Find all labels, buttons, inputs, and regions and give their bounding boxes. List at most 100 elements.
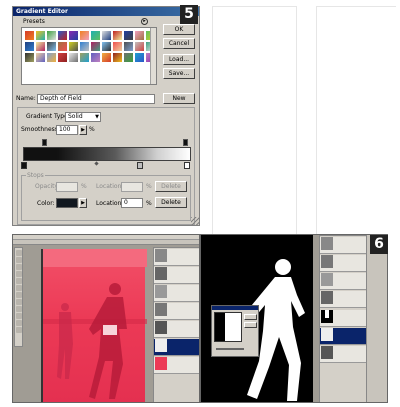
layer-row[interactable] <box>154 357 199 374</box>
layer-row[interactable] <box>320 310 366 327</box>
canvas-image[interactable] <box>41 249 147 402</box>
layer-thumbnail <box>155 339 167 352</box>
preset-swatch[interactable] <box>68 41 79 52</box>
color-arrow-button[interactable]: ▶ <box>79 198 87 208</box>
color-stop-right[interactable] <box>184 162 190 169</box>
preset-swatch[interactable] <box>24 52 35 63</box>
tool-icon[interactable] <box>15 271 22 277</box>
opacity-delete-button[interactable]: Delete <box>155 181 187 192</box>
preset-swatch[interactable] <box>35 30 46 41</box>
preset-swatch[interactable] <box>101 30 112 41</box>
preset-swatch[interactable] <box>112 30 123 41</box>
preset-swatch[interactable] <box>57 41 68 52</box>
preset-swatch[interactable] <box>79 30 90 41</box>
smoothness-arrow-button[interactable]: ▶ <box>79 125 87 135</box>
layer-thumbnail <box>155 357 167 370</box>
preset-swatch[interactable] <box>24 41 35 52</box>
opacity-stop-right[interactable] <box>183 139 188 146</box>
preset-swatch[interactable] <box>46 52 57 63</box>
preset-swatch[interactable] <box>24 30 35 41</box>
tool-icon[interactable] <box>15 264 22 270</box>
preset-swatch[interactable] <box>134 41 145 52</box>
new-button[interactable]: New <box>163 93 195 104</box>
layer-row[interactable] <box>154 303 199 320</box>
color-swatch[interactable] <box>56 198 78 208</box>
color-location-input[interactable]: 0 <box>121 198 143 208</box>
gradient-type-select[interactable]: Solid ▼ <box>65 112 101 122</box>
opacity-input[interactable] <box>56 182 78 192</box>
layer-row[interactable] <box>320 273 366 290</box>
opacity-stop-left[interactable] <box>42 139 47 146</box>
preset-swatch[interactable] <box>46 41 57 52</box>
layer-row[interactable] <box>320 237 366 254</box>
tool-icon[interactable] <box>15 250 22 256</box>
tool-icon[interactable] <box>15 285 22 291</box>
layer-row[interactable] <box>320 346 366 363</box>
layer-row[interactable] <box>154 285 199 302</box>
cancel-button[interactable]: Cancel <box>163 38 195 49</box>
layer-row-selected[interactable] <box>320 328 366 345</box>
preset-swatches <box>24 30 156 63</box>
tool-icon[interactable] <box>15 299 22 305</box>
smoothness-input[interactable]: 100 <box>56 125 78 135</box>
runner-photo-graphic <box>43 249 147 399</box>
page-divider <box>316 6 396 7</box>
color-stop-middle[interactable] <box>137 162 143 169</box>
layer-row-selected[interactable] <box>154 339 199 356</box>
preset-swatch[interactable] <box>112 41 123 52</box>
preset-swatch[interactable] <box>68 52 79 63</box>
opacity-location-input[interactable] <box>121 182 143 192</box>
resize-grip-icon[interactable] <box>191 217 199 225</box>
dialog-button[interactable] <box>244 314 257 320</box>
presets-grid[interactable] <box>21 27 157 85</box>
preset-swatch[interactable] <box>123 41 134 52</box>
ok-button[interactable]: OK <box>163 24 195 35</box>
layer-row[interactable] <box>320 255 366 272</box>
preset-swatch[interactable] <box>68 30 79 41</box>
preset-swatch[interactable] <box>123 30 134 41</box>
color-delete-button[interactable]: Delete <box>155 197 187 208</box>
tool-icon[interactable] <box>15 327 22 333</box>
tool-icon[interactable] <box>15 306 22 312</box>
photoshop-window-left <box>12 234 200 403</box>
preset-swatch[interactable] <box>134 30 145 41</box>
preset-swatch[interactable] <box>101 52 112 63</box>
tool-icon[interactable] <box>15 313 22 319</box>
layer-row[interactable] <box>320 291 366 308</box>
preset-swatch[interactable] <box>57 52 68 63</box>
preset-swatch[interactable] <box>90 41 101 52</box>
preset-swatch[interactable] <box>79 41 90 52</box>
presets-scrollbar[interactable] <box>150 28 156 84</box>
layer-row[interactable] <box>154 267 199 284</box>
preset-swatch[interactable] <box>35 52 46 63</box>
dialog-button[interactable] <box>244 322 257 328</box>
presets-menu-icon[interactable]: ▸ <box>141 18 148 25</box>
preset-swatch[interactable] <box>79 52 90 63</box>
preset-swatch[interactable] <box>101 41 112 52</box>
preset-swatch[interactable] <box>134 52 145 63</box>
name-input[interactable]: Depth of Field <box>37 94 155 104</box>
preset-swatch[interactable] <box>90 52 101 63</box>
smoothness-label: Smoothness: <box>21 126 60 133</box>
layers-palette <box>153 247 199 402</box>
layer-row[interactable] <box>154 321 199 338</box>
gradient-bar[interactable] <box>23 147 191 161</box>
preset-swatch[interactable] <box>46 30 57 41</box>
tool-icon[interactable] <box>15 257 22 263</box>
preset-swatch[interactable] <box>57 30 68 41</box>
smoothness-percent: % <box>89 126 95 133</box>
load-button[interactable]: Load... <box>163 54 195 65</box>
tool-icon[interactable] <box>15 320 22 326</box>
preset-swatch[interactable] <box>90 30 101 41</box>
preset-swatch[interactable] <box>123 52 134 63</box>
smoothness-value: 100 <box>59 126 71 133</box>
page-divider <box>212 6 213 234</box>
save-button[interactable]: Save... <box>163 68 195 79</box>
dialog-slider[interactable] <box>216 348 244 350</box>
preset-swatch[interactable] <box>112 52 123 63</box>
layer-row[interactable] <box>154 249 199 266</box>
tool-icon[interactable] <box>15 292 22 298</box>
color-stop-left[interactable] <box>21 162 27 169</box>
preset-swatch[interactable] <box>35 41 46 52</box>
tool-icon[interactable] <box>15 278 22 284</box>
